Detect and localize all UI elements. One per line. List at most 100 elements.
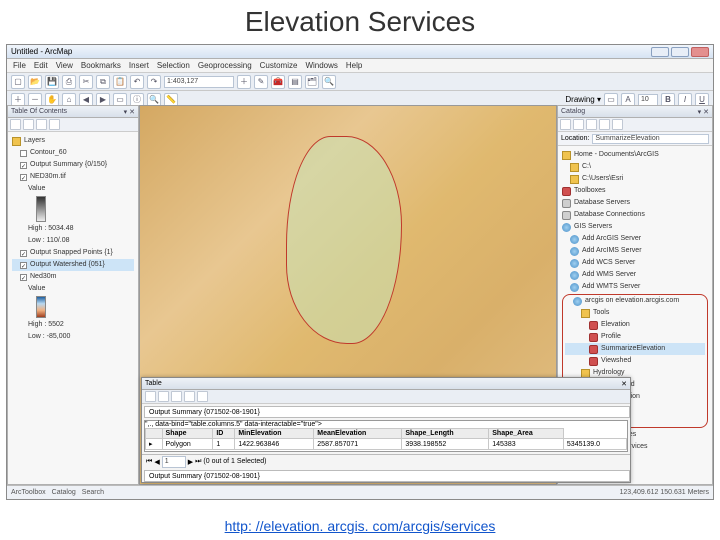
toc-root[interactable]: Layers — [12, 135, 134, 147]
add-data-icon[interactable]: ＋ — [237, 75, 251, 89]
copy-icon[interactable]: ⧉ — [96, 75, 110, 89]
catalog-location-input[interactable]: SummarizeElevation — [592, 134, 709, 144]
close-button[interactable] — [691, 47, 709, 57]
menu-windows[interactable]: Windows — [305, 61, 337, 70]
table-tab[interactable]: Output Summary {071502-08-1901} — [144, 406, 630, 418]
toc-low-value-2: Low : -85,000 — [12, 331, 134, 343]
database-icon — [562, 211, 571, 220]
table-position[interactable]: 1 — [162, 456, 186, 468]
catalog-elevation-server[interactable]: arcgis on elevation.arcgis.com — [565, 295, 705, 307]
tab-catalog[interactable]: Catalog — [52, 489, 76, 496]
minimize-button[interactable] — [651, 47, 669, 57]
catalog-home[interactable]: Home - Documents\ArcGIS — [562, 149, 708, 161]
catalog-db-connections[interactable]: Database Connections — [562, 209, 708, 221]
tab-search[interactable]: Search — [82, 489, 104, 496]
toc-toolbar — [8, 118, 138, 132]
toc-layer-output-watershed[interactable]: Output Watershed {051} — [12, 259, 134, 271]
catalog-up-icon[interactable] — [560, 119, 571, 130]
catalog-tools-folder[interactable]: Tools — [565, 307, 705, 319]
checkbox[interactable] — [20, 174, 27, 181]
table-prev-icon[interactable]: ◀ — [154, 458, 159, 466]
python-icon[interactable]: ▤ — [288, 75, 302, 89]
catalog-add-wms[interactable]: Add WMS Server — [562, 269, 708, 281]
table-switch-icon[interactable] — [184, 391, 195, 402]
toc-layer-contour[interactable]: Contour_60 — [12, 147, 134, 159]
checkbox[interactable] — [20, 262, 27, 269]
catalog-db-servers[interactable]: Database Servers — [562, 197, 708, 209]
menu-geoprocessing[interactable]: Geoprocessing — [198, 61, 252, 70]
gradient-ramp-2 — [36, 296, 46, 318]
paste-icon[interactable]: 📋 — [113, 75, 127, 89]
tab-arctoolbox[interactable]: ArcToolbox — [11, 489, 46, 496]
toc-list-by-source-icon[interactable] — [23, 119, 34, 130]
table-grid[interactable]: ",., data-bind="table.columns.5" data-in… — [144, 420, 628, 452]
checkbox[interactable] — [20, 150, 27, 157]
catalog-add-arcims[interactable]: Add ArcIMS Server — [562, 245, 708, 257]
catalog-connect-icon[interactable] — [586, 119, 597, 130]
catalog-add-arcgis[interactable]: Add ArcGIS Server — [562, 233, 708, 245]
editor-icon[interactable]: ✎ — [254, 75, 268, 89]
menu-insert[interactable]: Insert — [129, 61, 149, 70]
catalog-toggle-icon[interactable] — [612, 119, 623, 130]
catalog-refresh-icon[interactable] — [599, 119, 610, 130]
catalog-users[interactable]: C:\Users\Esri — [562, 173, 708, 185]
toolbox-icon[interactable]: 🧰 — [271, 75, 285, 89]
catalog-gis-servers[interactable]: GIS Servers — [562, 221, 708, 233]
maximize-button[interactable] — [671, 47, 689, 57]
catalog-toolboxes[interactable]: Toolboxes — [562, 185, 708, 197]
checkbox[interactable] — [20, 250, 27, 257]
menu-bookmarks[interactable]: Bookmarks — [81, 61, 121, 70]
new-icon[interactable]: ▢ — [11, 75, 25, 89]
table-last-icon[interactable]: ⏭ — [195, 458, 201, 466]
scale-input[interactable]: 1:403,127 — [164, 76, 234, 88]
toc-list-by-drawing-icon[interactable] — [10, 119, 21, 130]
drawing-dropdown[interactable]: Drawing ▾ — [565, 95, 601, 104]
table-next-icon[interactable]: ▶ — [188, 458, 193, 466]
table-first-icon[interactable]: ⏮ — [146, 458, 152, 466]
table-clear-icon[interactable] — [197, 391, 208, 402]
catalog-home-icon[interactable] — [573, 119, 584, 130]
catalog-icon[interactable]: 🗂 — [305, 75, 319, 89]
menu-view[interactable]: View — [56, 61, 73, 70]
toc-tree: Layers Contour_60 Output Summary {0/150}… — [8, 132, 138, 484]
redo-icon[interactable]: ↷ — [147, 75, 161, 89]
menu-file[interactable]: File — [13, 61, 26, 70]
open-icon[interactable]: 📂 — [28, 75, 42, 89]
workspace: Table Of Contents ▾ ✕ Layers Contour_60 … — [7, 105, 713, 485]
undo-icon[interactable]: ↶ — [130, 75, 144, 89]
catalog-elevation-tool[interactable]: Elevation — [565, 319, 705, 331]
menu-customize[interactable]: Customize — [260, 61, 298, 70]
catalog-profile-tool[interactable]: Profile — [565, 331, 705, 343]
save-icon[interactable]: 💾 — [45, 75, 59, 89]
table-row[interactable]: ▸ Polygon 1 1422.963846 2587.857071 3938… — [146, 439, 627, 450]
print-icon[interactable]: ⎙ — [62, 75, 76, 89]
catalog-viewshed-tool[interactable]: Viewshed — [565, 355, 705, 367]
catalog-add-wmts[interactable]: Add WMTS Server — [562, 281, 708, 293]
catalog-pin-icon[interactable]: ▾ ✕ — [698, 108, 709, 116]
table-close-icon[interactable]: ✕ — [621, 380, 627, 388]
toc-layer-snapped-points[interactable]: Output Snapped Points {1} — [12, 247, 134, 259]
toc-list-by-selection-icon[interactable] — [49, 119, 60, 130]
menu-help[interactable]: Help — [346, 61, 362, 70]
checkbox[interactable] — [20, 274, 27, 281]
catalog-add-wcs[interactable]: Add WCS Server — [562, 257, 708, 269]
toc-layer-ned30m[interactable]: Ned30m — [12, 271, 134, 283]
menu-selection[interactable]: Selection — [157, 61, 190, 70]
table-related-icon[interactable] — [158, 391, 169, 402]
table-select-icon[interactable] — [171, 391, 182, 402]
catalog-summarize-elevation-tool[interactable]: SummarizeElevation — [565, 343, 705, 355]
menu-edit[interactable]: Edit — [34, 61, 48, 70]
checkbox[interactable] — [20, 162, 27, 169]
table-footer-tab[interactable]: Output Summary {071502-08-1901} — [144, 470, 630, 482]
toc-list-by-visibility-icon[interactable] — [36, 119, 47, 130]
font-size-input[interactable]: 10 — [638, 94, 658, 106]
cut-icon[interactable]: ✂ — [79, 75, 93, 89]
catalog-c-drive[interactable]: C:\ — [562, 161, 708, 173]
toc-layer-output-summary[interactable]: Output Summary {0/150} — [12, 159, 134, 171]
toc-pin-icon[interactable]: ▾ ✕ — [124, 108, 135, 116]
slide-title: Elevation Services — [0, 0, 720, 40]
table-options-icon[interactable] — [145, 391, 156, 402]
toc-layer-ned30m-tif[interactable]: NED30m.tif — [12, 171, 134, 183]
map-view[interactable]: Table ✕ Output Summary {071502-08-1901} … — [139, 105, 557, 485]
search-icon[interactable]: 🔍 — [322, 75, 336, 89]
